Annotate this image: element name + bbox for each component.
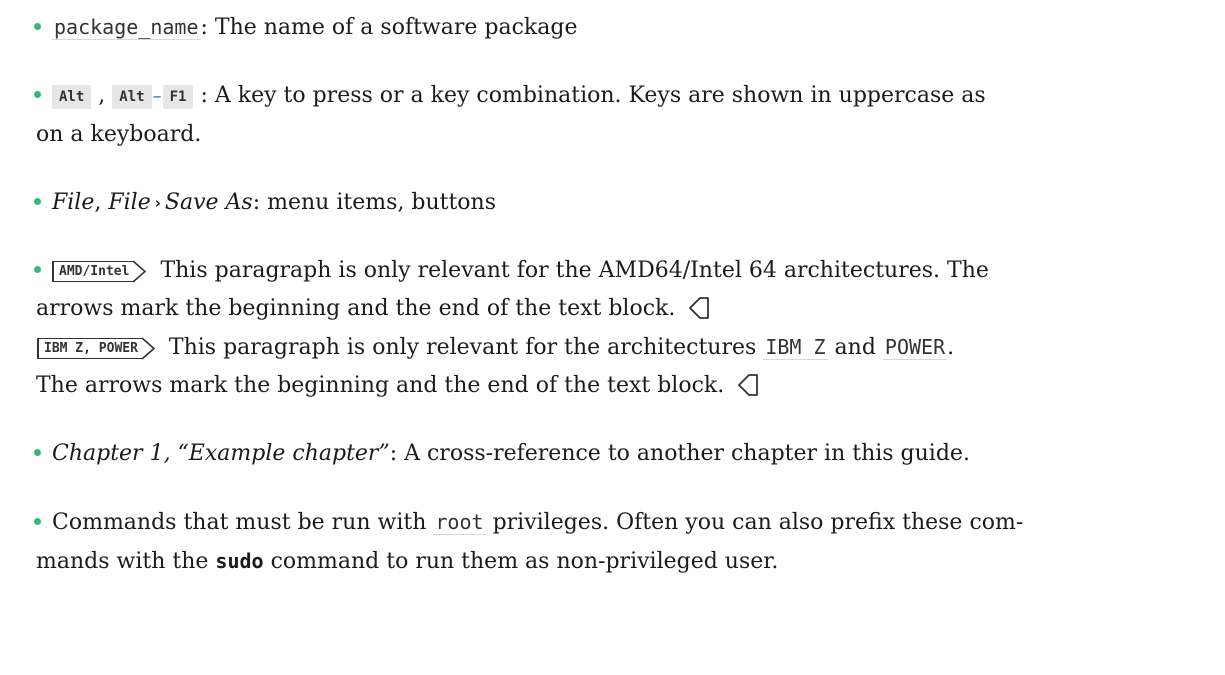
xref-link[interactable]: Chapter 1, “Example chapter”: [52, 441, 390, 466]
menu-file: File: [52, 190, 95, 215]
xref-description: : A cross-reference to another chapter i…: [389, 441, 970, 466]
list-item-keys: Alt , Alt – F1 : A key to press or a key c…: [34, 77, 1189, 154]
key-combo-separator: –: [152, 86, 162, 107]
arch-and: and: [834, 335, 876, 360]
bullet-dot-icon: [34, 449, 41, 456]
root-text-4: command to run them as non-privileged us…: [270, 549, 779, 574]
arch-ibmz-description: This paragraph is only relevant for the …: [168, 335, 757, 360]
menu-description: : menu items, buttons: [252, 190, 497, 215]
root-text-2: privileges. Often you can also prefix th…: [492, 510, 1024, 535]
arch-start-arrow-icon: [141, 337, 156, 360]
menu-separator-icon: ›: [154, 194, 161, 212]
conventions-list: package_name: The name of a software pac…: [0, 0, 1225, 581]
arch-end-arrow-icon: [738, 374, 759, 396]
arch-tag-ibmz-power: IBM Z, POWER: [37, 337, 156, 360]
arch-ibmz-description-cont: The arrows mark the beginning and the en…: [36, 373, 725, 398]
menu-save-as: Save As: [164, 190, 253, 215]
keys-description-cont: on a keyboard.: [36, 122, 202, 147]
root-text-3: mands with the: [36, 549, 209, 574]
arch-tag-amd-intel: AMD/Intel: [52, 260, 147, 283]
bullet-dot-icon: [34, 198, 41, 205]
bullet-dot-icon: [34, 518, 41, 525]
list-item-root: Commands that must be run with root priv…: [34, 503, 1189, 581]
key-alt: Alt: [52, 85, 92, 109]
arch-start-arrow-icon: [133, 260, 147, 283]
arch-tag-label: IBM Z, POWER: [44, 341, 138, 356]
key-comma: ,: [98, 83, 106, 108]
list-item-xref: Chapter 1, “Example chapter”: A cross-re…: [34, 435, 1189, 473]
list-item-arch: AMD/Intel This paragraph is only relevan…: [34, 252, 1189, 405]
sudo-command: sudo: [215, 549, 264, 573]
code-ibm-z: IBM Z: [763, 335, 828, 360]
arch-amd-description: This paragraph is only relevant for the …: [160, 258, 989, 283]
arch-period: .: [947, 335, 955, 360]
key-f1: F1: [162, 85, 194, 109]
bullet-dot-icon: [34, 23, 41, 30]
root-text-1: Commands that must be run with: [52, 510, 427, 535]
key-alt-combo: Alt: [112, 85, 152, 109]
list-item-package: package_name: The name of a software pac…: [34, 8, 1189, 47]
arch-end-arrow-icon: [689, 297, 710, 319]
keys-description: : A key to press or a key combination. K…: [200, 83, 986, 108]
bullet-dot-icon: [34, 266, 41, 273]
arch-tag-label: AMD/Intel: [59, 264, 130, 279]
package-name-code: package_name: [52, 15, 201, 40]
list-item-menu: File, File › Save As: menu items, buttons: [34, 184, 1189, 222]
code-power: POWER: [882, 335, 948, 360]
package-description: : The name of a software package: [200, 15, 578, 40]
menu-comma: ,: [94, 190, 109, 215]
code-root: root: [433, 510, 486, 535]
arch-amd-description-cont: arrows mark the beginning and the end of…: [36, 296, 676, 321]
menu-file-path: File: [108, 190, 151, 215]
bullet-dot-icon: [34, 91, 41, 98]
